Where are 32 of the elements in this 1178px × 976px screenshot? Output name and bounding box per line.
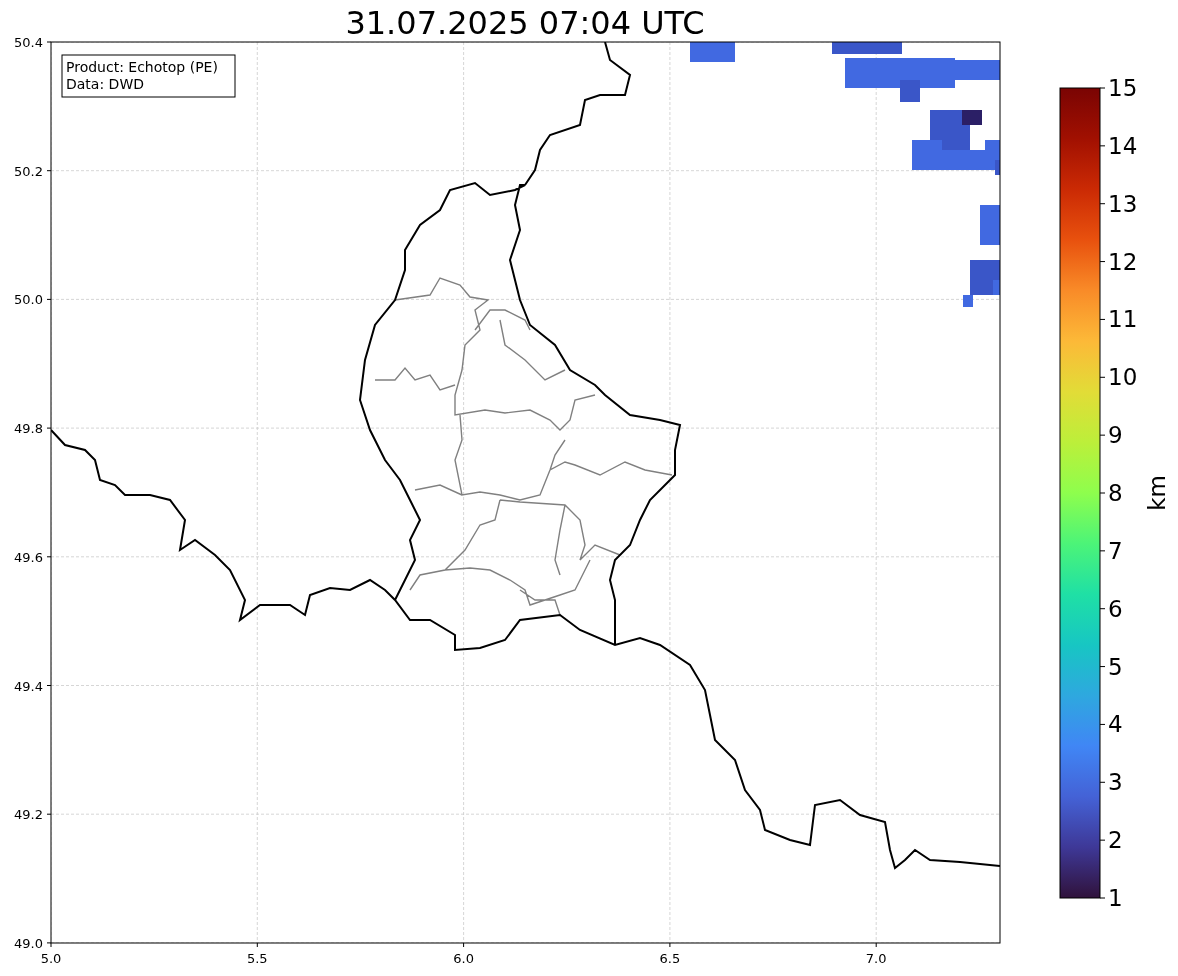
colorbar-tick-label: 7 (1108, 537, 1123, 564)
info-text: Data: DWD (66, 76, 144, 92)
colorbar-tick-label: 3 (1108, 769, 1123, 796)
colorbar-tick-label: 9 (1108, 422, 1123, 449)
colorbar-tick-label: 8 (1108, 480, 1123, 506)
colorbar-tick-label: 13 (1108, 190, 1138, 217)
x-axis-tick-label: 7.0 (865, 951, 887, 966)
y-axis-tick-label: 49.0 (14, 935, 43, 951)
x-axis-tick-label: 6.0 (453, 951, 474, 966)
info-text: Product: Echotop (PE) (66, 59, 218, 75)
colorbar-tick-label: 14 (1108, 132, 1138, 159)
colorbar-tick-label: 1 (1108, 885, 1123, 911)
colorbar-tick-label: 15 (1108, 75, 1138, 101)
colorbar-tick-label: 4 (1108, 711, 1123, 738)
y-axis-tick-label: 50.0 (14, 292, 43, 308)
colorbar-label: km (1144, 475, 1170, 511)
colorbar-tick-label: 6 (1108, 595, 1123, 622)
colorbar-tick-label: 2 (1108, 827, 1123, 854)
y-axis-tick-label: 49.4 (14, 678, 43, 694)
colorbar-tick-label: 10 (1108, 364, 1138, 391)
y-axis-tick-label: 49.8 (14, 421, 43, 437)
colorbar-tick-label: 5 (1108, 653, 1123, 680)
chart-title: 31.07.2025 07:04 UTC (345, 4, 705, 42)
x-axis-tick-label: 5.5 (246, 951, 268, 966)
colorbar-tick-label: 11 (1108, 306, 1138, 333)
y-axis-tick-label: 50.2 (14, 163, 43, 179)
y-axis-tick-label: 49.6 (14, 549, 43, 565)
x-axis-tick-label: 5.0 (40, 951, 62, 966)
x-axis-tick-label: 6.5 (659, 951, 681, 966)
y-axis-tick-label: 50.4 (14, 35, 43, 50)
y-axis-tick-label: 49.2 (14, 807, 43, 823)
colorbar-tick-label: 12 (1108, 248, 1138, 275)
